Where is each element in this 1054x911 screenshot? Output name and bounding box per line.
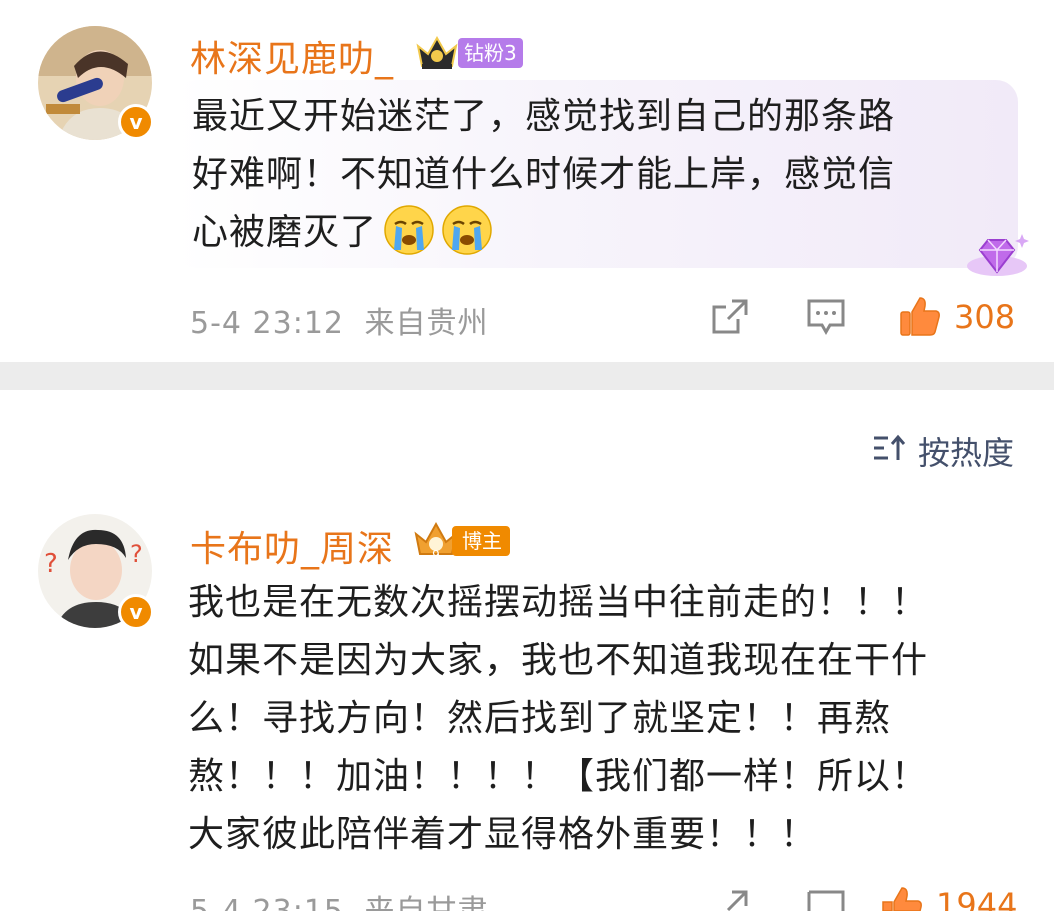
sort-by-hot-button[interactable]: 按热度	[918, 428, 1014, 474]
comment-line: 么！寻找方向！然后找到了就坚定！！再熬	[188, 698, 892, 739]
crown-icon	[416, 35, 458, 69]
svg-text:?: ?	[44, 549, 58, 579]
comment-line: 心被磨灭了	[192, 212, 378, 253]
share-icon[interactable]	[710, 888, 750, 911]
crying-face-emoji	[442, 205, 492, 255]
share-icon[interactable]	[710, 297, 750, 337]
diamond-icon	[967, 234, 1029, 276]
section-divider	[0, 362, 1054, 390]
like-count[interactable]: 1944	[936, 886, 1017, 911]
comment-line: 我也是在无数次摇摆动摇当中往前走的！！！	[188, 582, 929, 623]
verified-v-icon: v	[118, 594, 154, 630]
comment-time: 5-4 23:12	[190, 306, 344, 341]
like-count[interactable]: 308	[954, 298, 1015, 336]
comment-meta: 5-4 23:12 来自贵州	[190, 298, 489, 342]
verified-v-icon: v	[118, 104, 154, 140]
username[interactable]: 卡布叻_周深	[190, 520, 394, 572]
comment-line: 大家彼此陪伴着才显得格外重要！！！	[188, 814, 818, 855]
comment-location: 来自甘肃	[365, 894, 489, 911]
thumbs-up-icon[interactable]	[898, 294, 942, 338]
comment-line: 熬！！！加油！！！！【我们都一样！所以！	[188, 756, 929, 797]
comment-text: 最近又开始迷茫了，感觉找到自己的那条路 好难啊！不知道什么时候才能上岸，感觉信 …	[192, 88, 895, 262]
crying-face-emoji	[384, 205, 434, 255]
username[interactable]: 林深见鹿叻_	[190, 30, 394, 82]
svg-text:?: ?	[130, 540, 143, 568]
comment-meta: 5-4 23:15 来自甘肃	[190, 886, 489, 911]
comment-time: 5-4 23:15	[190, 894, 344, 911]
comment-line: 如果不是因为大家，我也不知道我现在在干什	[188, 640, 929, 681]
comment-item: ? ? v 卡布叻_周深 9 博主 我也是在无数次摇摆动摇当中往前走的！！！ 如…	[0, 500, 1054, 911]
fan-level-badge: 钻粉3	[458, 38, 523, 68]
comment-location: 来自贵州	[364, 306, 489, 341]
sort-icon[interactable]	[872, 434, 908, 464]
blogger-badge: 博主	[452, 526, 510, 556]
comment-line: 好难啊！不知道什么时候才能上岸，感觉信	[192, 154, 896, 195]
sort-bar: 按热度	[0, 390, 1054, 500]
comment-icon[interactable]	[806, 889, 846, 911]
thumbs-up-icon[interactable]	[880, 884, 924, 911]
comment-item: v 林深见鹿叻_ 钻粉3 最近又开始迷茫了，感觉找到自己的那条路 好难啊！不知道…	[0, 0, 1054, 362]
comment-line: 最近又开始迷茫了，感觉找到自己的那条路	[192, 96, 896, 137]
comment-icon[interactable]	[806, 298, 846, 336]
comment-text: 我也是在无数次摇摆动摇当中往前走的！！！ 如果不是因为大家，我也不知道我现在在干…	[188, 574, 928, 864]
svg-text:9: 9	[432, 548, 440, 560]
